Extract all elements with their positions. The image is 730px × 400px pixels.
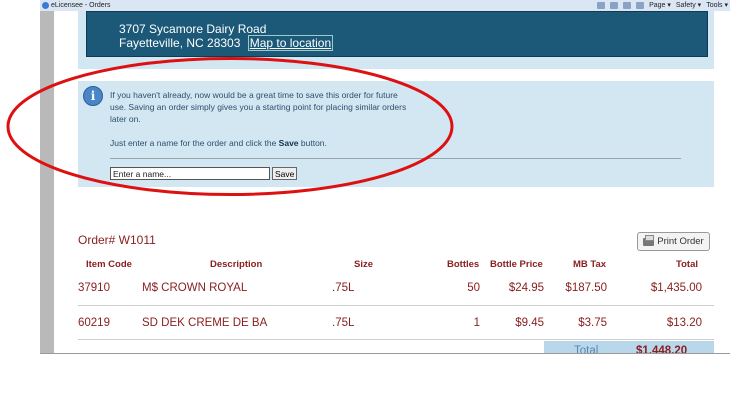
- cell-description: SD DEK CREME DE BA: [142, 317, 268, 329]
- feeds-icon[interactable]: [610, 1, 619, 9]
- cell-bottle-price: $9.45: [515, 317, 544, 329]
- page-bottom-border: [40, 353, 730, 354]
- store-address-banner: 3707 Sycamore Dairy Road Fayetteville, N…: [86, 11, 708, 57]
- address-city: Fayetteville, NC 28303: [119, 36, 241, 50]
- cell-bottle-price: $24.95: [508, 282, 544, 294]
- print-order-label: Print Order: [657, 236, 704, 247]
- cell-size: .75L: [332, 282, 355, 294]
- cell-bottles: 1: [473, 317, 480, 329]
- col-header-description: Description: [210, 259, 263, 270]
- cell-description: M$ CROWN ROYAL: [142, 282, 248, 294]
- col-header-bottle-price: Bottle Price: [490, 259, 543, 270]
- order-number: Order# W1011: [78, 233, 156, 247]
- address-line-2: Fayetteville, NC 28303 Map to location: [119, 35, 334, 51]
- cell-item-code: 60219: [78, 317, 110, 329]
- annotation-ellipse-stroke: [6, 57, 454, 196]
- page-menu[interactable]: Page ▾: [649, 1, 671, 9]
- safety-menu[interactable]: Safety ▾: [676, 1, 701, 9]
- cell-size: .75L: [332, 317, 355, 329]
- browser-tab-title: eLicensee - Orders: [51, 2, 111, 9]
- total-value: $1,448.20: [636, 345, 688, 353]
- cell-item-code: 37910: [78, 282, 110, 294]
- row-divider: [78, 339, 714, 340]
- cell-mb-tax: $3.75: [578, 317, 607, 329]
- browser-tools: Page ▾ Safety ▾ Tools ▾: [597, 1, 728, 9]
- mail-icon[interactable]: [623, 1, 632, 9]
- cell-bottles: 50: [467, 282, 480, 294]
- col-header-item-code: Item Code: [86, 259, 132, 270]
- ie-favicon-icon: [42, 2, 49, 9]
- col-header-size: Size: [354, 259, 374, 270]
- browser-tab[interactable]: eLicensee - Orders: [42, 1, 111, 10]
- home-icon[interactable]: [597, 1, 606, 9]
- row-divider: [78, 305, 714, 306]
- total-label: Total: [574, 345, 599, 353]
- tools-menu[interactable]: Tools ▾: [706, 1, 728, 9]
- cell-total: $13.20: [666, 317, 702, 329]
- col-header-mb-tax: MB Tax: [573, 259, 607, 270]
- cell-total: $1,435.00: [650, 282, 702, 294]
- total-row-background: [544, 341, 714, 353]
- map-to-location-link[interactable]: Map to location: [247, 35, 334, 51]
- col-header-bottles: Bottles: [447, 259, 480, 270]
- col-header-total: Total: [676, 259, 698, 270]
- annotation-ellipse: [6, 57, 454, 196]
- address-line-1: 3707 Sycamore Dairy Road: [119, 22, 267, 36]
- printer-icon: [643, 234, 655, 246]
- print-icon[interactable]: [636, 1, 645, 9]
- cell-mb-tax: $187.50: [565, 282, 607, 294]
- print-order-button[interactable]: Print Order: [637, 232, 710, 251]
